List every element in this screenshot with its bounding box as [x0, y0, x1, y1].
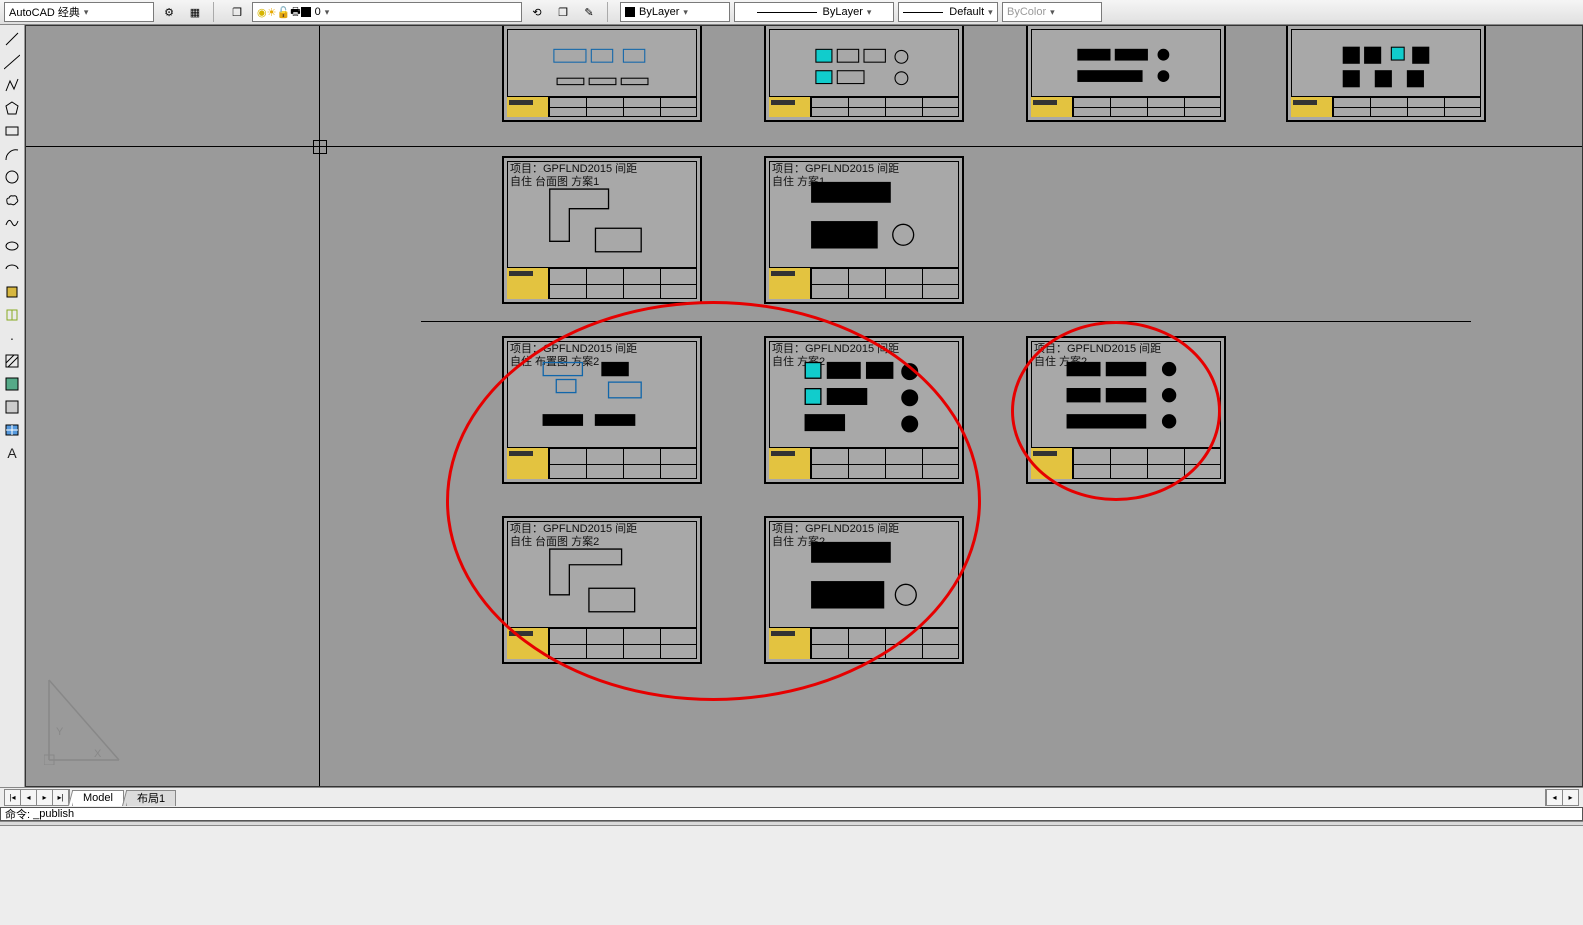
ucs-icon: YX — [44, 675, 124, 768]
insert-block-tool[interactable] — [1, 281, 23, 303]
linetype-combo[interactable]: ByLayer — [734, 2, 894, 22]
drawing-sheet-r1c2 — [764, 25, 964, 122]
plotstyle-value: ByColor — [1007, 6, 1046, 18]
separator-line — [421, 321, 1471, 322]
color-combo[interactable]: ByLayer — [620, 2, 730, 22]
region-tool[interactable] — [1, 396, 23, 418]
print-icon: 🖶 — [290, 3, 300, 22]
drawing-sheet-r3c1: 项目：GPFLND2015 间距自住 布置图 方案2 — [502, 336, 702, 484]
drawing-sheet-r4c1: 项目：GPFLND2015 间距自住 台面图 方案2 — [502, 516, 702, 664]
plotstyle-combo[interactable]: ByColor — [1002, 2, 1102, 22]
command-line[interactable]: 命令: _publish — [0, 807, 1583, 821]
drawing-sheet-r4c2: 项目：GPFLND2015 间距自住 方案2 — [764, 516, 964, 664]
layer-manager-icon[interactable]: ❐ — [226, 2, 248, 22]
drawing-sheet-r3c2: 项目：GPFLND2015 间距自住 方案2 — [764, 336, 964, 484]
model-space[interactable]: 项目：GPFLND2015 间距自住 台面图 方案1 项目：GPFLND2015… — [25, 25, 1583, 787]
color-swatch — [625, 7, 635, 17]
drawing-sheet-r1c3 — [1026, 25, 1226, 122]
layer-name: 0 — [315, 6, 321, 18]
tab-nav-first[interactable]: |◂ — [5, 790, 21, 805]
tab-model[interactable]: Model — [72, 790, 124, 806]
ellipse-arc-tool[interactable] — [1, 258, 23, 280]
lightbulb-icon: ◉ — [257, 6, 267, 19]
polyline-tool[interactable] — [1, 74, 23, 96]
drawing-sheet-r1c4 — [1286, 25, 1486, 122]
mtext-tool[interactable]: A — [1, 442, 23, 464]
crosshair-pickbox — [313, 140, 327, 154]
hscroll-right[interactable]: ▸ — [1562, 790, 1578, 805]
lock-icon: 🔓 — [276, 6, 290, 19]
rectangle-tool[interactable] — [1, 120, 23, 142]
make-block-tool[interactable] — [1, 304, 23, 326]
hscroll-buttons: ◂ ▸ — [1545, 789, 1579, 806]
drawing-sheet-r3c3: 项目：GPFLND2015 间距自住 方案2 — [1026, 336, 1226, 484]
drawing-sheet-r2c2: 项目：GPFLND2015 间距自住 方案1 — [764, 156, 964, 304]
tab-nav-next[interactable]: ▸ — [37, 790, 53, 805]
separator — [213, 2, 219, 22]
tab-layout1[interactable]: 布局1 — [126, 790, 176, 806]
linetype-value: ByLayer — [823, 6, 863, 18]
ellipse-tool[interactable] — [1, 235, 23, 257]
tab-nav-buttons: |◂ ◂ ▸ ▸| — [4, 789, 70, 806]
separator — [607, 2, 613, 22]
hscroll-left[interactable]: ◂ — [1546, 790, 1562, 805]
layer-combo[interactable]: ◉ ☀ 🔓 🖶 0 — [252, 2, 522, 22]
gradient-tool[interactable] — [1, 373, 23, 395]
color-value: ByLayer — [639, 6, 679, 18]
tab-nav-prev[interactable]: ◂ — [21, 790, 37, 805]
line-tool[interactable] — [1, 28, 23, 50]
table-tool[interactable] — [1, 419, 23, 441]
layer-states-icon[interactable]: ❐ — [552, 2, 574, 22]
lineweight-preview — [903, 12, 943, 13]
toolbar-top: AutoCAD 经典 ⚙ ▦ ❐ ◉ ☀ 🔓 🖶 0 ⟲ ❐ ✎ ByLayer… — [0, 0, 1583, 25]
svg-text:X: X — [94, 748, 102, 760]
xline-tool[interactable] — [1, 51, 23, 73]
workspace-combo[interactable]: AutoCAD 经典 — [4, 2, 154, 22]
layer-color-swatch — [301, 7, 311, 17]
command-prompt: 命令: — [5, 806, 30, 822]
layer-previous-icon[interactable]: ⟲ — [526, 2, 548, 22]
drawing-sheet-r2c1: 项目：GPFLND2015 间距自住 台面图 方案1 — [502, 156, 702, 304]
workspace-settings-icon[interactable]: ⚙ — [158, 2, 180, 22]
point-tool[interactable]: · — [1, 327, 23, 349]
circle-tool[interactable] — [1, 166, 23, 188]
polygon-tool[interactable] — [1, 97, 23, 119]
crosshair-horizontal — [26, 146, 1582, 147]
hatch-tool[interactable] — [1, 350, 23, 372]
workspace-value: AutoCAD 经典 — [9, 4, 80, 20]
sun-icon: ☀ — [267, 6, 277, 19]
draw-toolbar: · A — [0, 25, 25, 787]
svg-text:Y: Y — [56, 726, 64, 738]
spline-tool[interactable] — [1, 212, 23, 234]
lineweight-value: Default — [949, 6, 984, 18]
linetype-preview — [757, 12, 817, 13]
drawing-sheet-r1c1 — [502, 25, 702, 122]
layer-match-icon[interactable]: ✎ — [578, 2, 600, 22]
bottom-panel — [0, 826, 1583, 925]
layout-tabs-bar: |◂ ◂ ▸ ▸| Model 布局1 ◂ ▸ — [0, 787, 1583, 807]
arc-tool[interactable] — [1, 143, 23, 165]
workspace-tool-icon[interactable]: ▦ — [184, 2, 206, 22]
revcloud-tool[interactable] — [1, 189, 23, 211]
tab-nav-last[interactable]: ▸| — [53, 790, 69, 805]
command-text: _publish — [33, 808, 74, 820]
lineweight-combo[interactable]: Default — [898, 2, 998, 22]
